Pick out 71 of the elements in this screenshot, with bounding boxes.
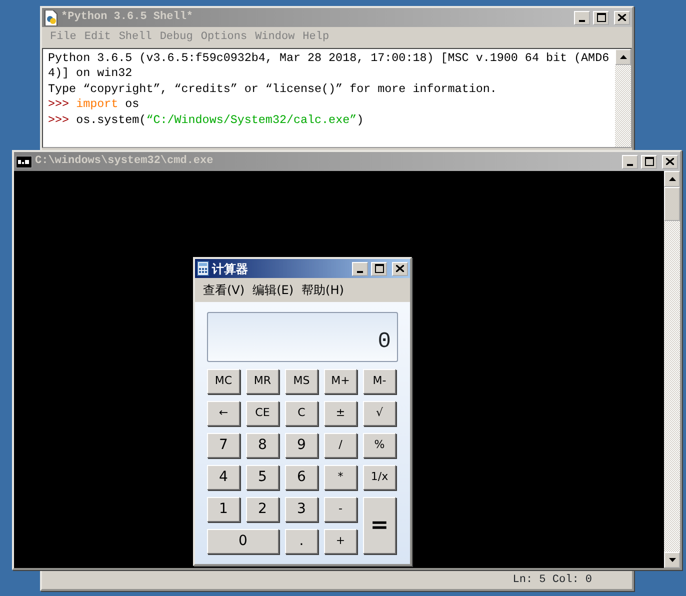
- code-line: >>> import os: [48, 97, 140, 112]
- calculator-key[interactable]: 1/x: [363, 465, 396, 490]
- calculator-key[interactable]: 0: [207, 529, 279, 554]
- calculator-key[interactable]: +: [324, 529, 357, 554]
- calculator-key[interactable]: MS: [285, 369, 318, 394]
- calculator-key[interactable]: ±: [324, 401, 357, 426]
- minimize-icon: [357, 270, 363, 272]
- close-button[interactable]: [392, 262, 408, 276]
- minimize-button[interactable]: [352, 262, 368, 276]
- menu-item[interactable]: 查看(V): [199, 279, 249, 301]
- terminal-icon: [16, 156, 32, 168]
- calculator-key[interactable]: *: [324, 465, 357, 490]
- calculator-icon: [197, 261, 209, 276]
- down-arrow-icon: [668, 558, 676, 562]
- calculator-key[interactable]: MC: [207, 369, 240, 394]
- calculator-key[interactable]: 2: [246, 497, 279, 522]
- menu-item[interactable]: 编辑(E): [248, 279, 298, 301]
- maximize-button[interactable]: [641, 154, 657, 168]
- calculator-key[interactable]: ←: [207, 401, 240, 426]
- code-line: Type “copyright”, “credits” or “license()” for more information.: [48, 82, 498, 97]
- maximize-button[interactable]: [371, 262, 387, 276]
- calculator-key[interactable]: 3: [285, 497, 318, 522]
- close-button[interactable]: [662, 154, 678, 168]
- code-line: >>> os.system(“C:/Windows/System32/calc.exe”): [48, 112, 365, 128]
- up-arrow-icon: [668, 177, 676, 181]
- calculator-key[interactable]: M-: [363, 369, 396, 394]
- calculator-key[interactable]: =: [363, 497, 396, 554]
- calculator-key[interactable]: MR: [246, 369, 279, 394]
- calculator-key[interactable]: 7: [207, 433, 240, 458]
- minimize-icon: [627, 164, 633, 166]
- menu-item[interactable]: 帮助(H): [298, 279, 348, 301]
- scrollbar[interactable]: [615, 48, 631, 146]
- scroll-down-button[interactable]: [664, 552, 680, 568]
- python-file-icon: [44, 10, 58, 26]
- close-icon: [618, 14, 626, 21]
- calculator-key[interactable]: 5: [246, 465, 279, 490]
- maximize-icon: [596, 13, 606, 22]
- calculator-key[interactable]: /: [324, 433, 357, 458]
- window-title: *Python 3.6.5 Shell*: [61, 10, 194, 26]
- calculator-key[interactable]: C: [285, 401, 318, 426]
- window-title: C:\windows\system32\cmd.exe: [35, 154, 214, 170]
- scroll-up-button[interactable]: [664, 171, 680, 187]
- calculator-key[interactable]: 8: [246, 433, 279, 458]
- display-value: 0: [378, 331, 391, 353]
- window-title: 计算器: [212, 260, 249, 278]
- status-text: Ln: 5 Col: 0: [512, 572, 592, 588]
- code-line: Python 3.6.5 (v3.6.5:f59c0932b4, Mar 28 2018, 17:00:18) [MSC v.1900 64 bit (AMD6: [48, 50, 610, 66]
- maximize-icon: [644, 157, 654, 166]
- calculator-key[interactable]: M+: [324, 369, 357, 394]
- calculator-key[interactable]: CE: [246, 401, 279, 426]
- up-arrow-icon: [620, 54, 626, 58]
- minimize-button[interactable]: [622, 154, 638, 168]
- maximize-icon: [374, 264, 384, 273]
- calculator-key[interactable]: 4: [207, 465, 240, 490]
- calculator-key[interactable]: -: [324, 497, 357, 522]
- code-line: 4)] on win32: [48, 66, 134, 82]
- minimize-icon: [579, 20, 585, 22]
- scroll-up-button[interactable]: [615, 48, 631, 64]
- minimize-button[interactable]: [574, 10, 590, 24]
- close-button[interactable]: [614, 10, 630, 24]
- calculator-key[interactable]: .: [285, 529, 318, 554]
- calculator-key[interactable]: %: [363, 433, 396, 458]
- calculator-key[interactable]: 9: [285, 433, 318, 458]
- calculator-key[interactable]: √: [363, 401, 396, 426]
- maximize-button[interactable]: [593, 10, 609, 24]
- scrollbar-thumb[interactable]: [664, 187, 680, 221]
- close-icon: [396, 265, 404, 272]
- close-icon: [666, 158, 674, 165]
- calculator-key[interactable]: 1: [207, 497, 240, 522]
- scrollbar[interactable]: [664, 171, 680, 568]
- calculator-key[interactable]: 6: [285, 465, 318, 490]
